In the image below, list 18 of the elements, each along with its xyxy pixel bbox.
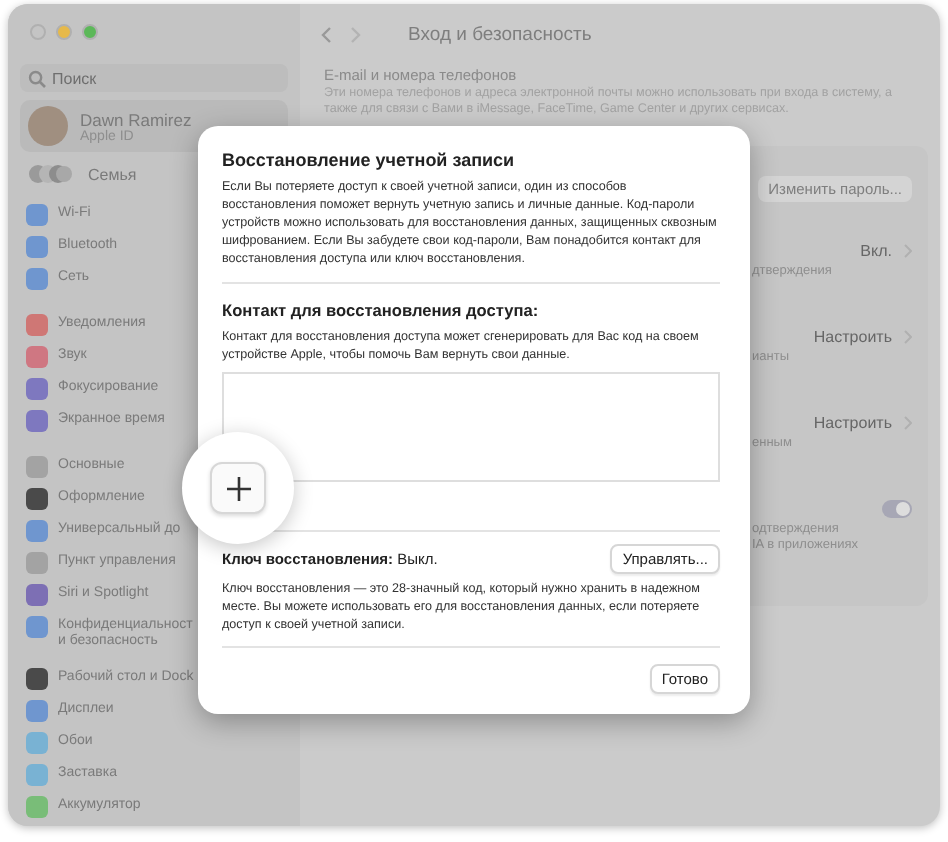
add-button[interactable] xyxy=(210,462,266,514)
dialog-title: Восстановление учетной записи xyxy=(222,148,517,172)
section-heading: Контакт для восстановления доступа: xyxy=(222,299,541,322)
plus-icon xyxy=(225,475,251,501)
search-icon xyxy=(28,70,46,88)
search-field[interactable]: Поиск xyxy=(20,64,288,92)
avatar xyxy=(28,106,68,146)
account-name: Dawn Ramirez xyxy=(80,109,192,129)
minimize-button[interactable] xyxy=(56,24,72,40)
zoom-button[interactable] xyxy=(82,24,98,40)
setting-value[interactable]: Настроить xyxy=(813,413,892,431)
back-icon xyxy=(320,25,332,43)
setting-value[interactable]: Вкл. xyxy=(860,241,892,259)
page-title: Вход и безопасность xyxy=(408,23,592,45)
forward-icon xyxy=(350,25,362,43)
family-avatars-icon xyxy=(28,164,72,184)
setting-value[interactable]: Настроить xyxy=(813,327,892,345)
toggle-switch[interactable] xyxy=(882,499,912,517)
